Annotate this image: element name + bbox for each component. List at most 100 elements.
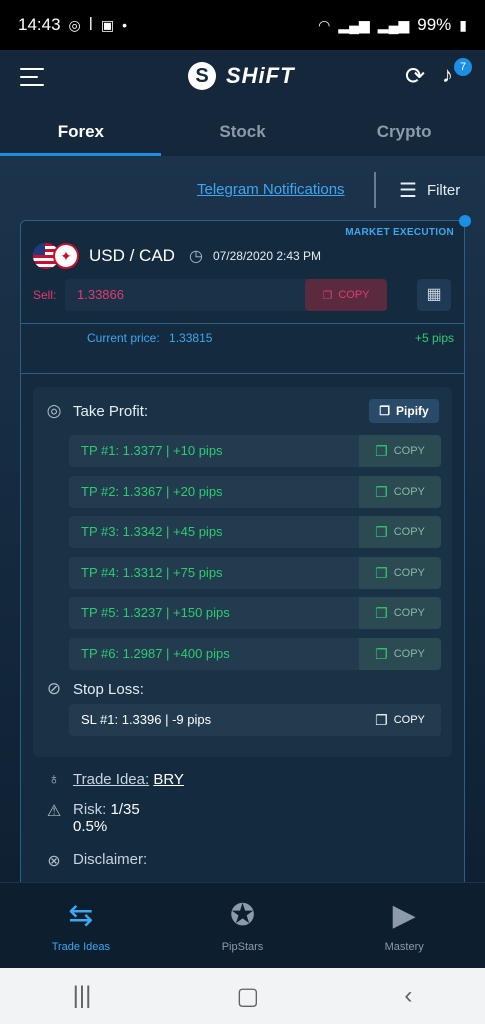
market-tabs: Forex Stock Crypto [0, 114, 485, 156]
risk-label: Risk: [73, 801, 107, 818]
execution-type: MARKET EXECUTION [345, 227, 454, 238]
nav-pipstars-label: PipStars [221, 941, 264, 953]
trade-idea-row: ♁ Trade Idea: BRY [45, 771, 184, 789]
copy-label: COPY [393, 567, 425, 579]
battery-icon: ▮ [459, 16, 467, 33]
copy-label: COPY [393, 714, 425, 726]
bell-icon[interactable]: ♪ [442, 62, 453, 88]
sliders-icon: ☰ [399, 180, 417, 202]
recent-apps-icon[interactable]: ||| [73, 982, 92, 1010]
clock-icon: ◷ [188, 248, 203, 265]
canada-flag-icon: ✦ [53, 243, 79, 269]
disclaimer-label: Disclaimer: [73, 851, 148, 868]
notification-badge: 7 [454, 58, 472, 76]
copy-icon: ❐ [322, 289, 333, 302]
prohibited-icon: ⊘ [46, 679, 62, 698]
take-profit-row: TP #2: 1.3367 | +20 pips ❐ COPY [69, 476, 441, 508]
nav-mastery-label: Mastery [384, 941, 424, 953]
copy-sell-button[interactable]: ❐ COPY [305, 279, 387, 311]
status-time: 14:43 [18, 15, 61, 34]
filter-button[interactable]: ☰ Filter [399, 178, 460, 203]
signals-content: Telegram Notifications ☰ Filter MARKET E… [0, 156, 485, 882]
take-profit-row: TP #6: 1.2987 | +400 pips ❐ COPY [69, 638, 441, 670]
nav-pipstars[interactable]: ✪ PipStars [162, 883, 324, 968]
take-profit-label: Take Profit: [73, 402, 149, 420]
disclaimer-row: ⊗ Disclaimer: [45, 851, 147, 871]
copy-label: COPY [338, 289, 370, 301]
copy-label: COPY [393, 526, 425, 538]
nav-trade-ideas[interactable]: ⇆ Trade Ideas [0, 883, 162, 968]
copy-tp-6-button[interactable]: ❐ COPY [359, 638, 441, 670]
target-icon: ◎ [46, 401, 62, 420]
telegram-notifications-link[interactable]: Telegram Notifications [197, 181, 345, 198]
copy-tp-3-button[interactable]: ❐ COPY [359, 516, 441, 548]
separator [21, 323, 464, 324]
refresh-icon[interactable]: ⟳ [405, 62, 425, 91]
trade-ideas-icon: ⇆ [68, 899, 94, 932]
current-price-row: Current price: 1.33815 [87, 331, 212, 345]
lightbulb-icon: ♁ [48, 771, 60, 788]
pipify-label: Pipify [396, 404, 429, 418]
shopping-bag-icon: ▣ [100, 16, 115, 33]
star-badge-icon: ✪ [229, 899, 256, 932]
nav-mastery[interactable]: ▶ Mastery [323, 883, 485, 968]
nav-trade-ideas-label: Trade Ideas [51, 941, 110, 953]
copy-sl-1-button[interactable]: ❐ COPY [359, 704, 441, 736]
wifi-icon: ◠ [318, 16, 331, 33]
filter-label: Filter [426, 182, 461, 199]
current-pips: +5 pips [414, 331, 454, 345]
signal-icon-2: ▂▄▆ [377, 16, 410, 33]
signal-card: MARKET EXECUTION ✦ USD / CAD ◷ 07/28/202… [20, 215, 471, 882]
signal-datetime: 07/28/2020 2:43 PM [212, 249, 322, 263]
signal-icon: ▂▄▆ [338, 16, 370, 33]
video-player-icon: ▶ [392, 899, 416, 932]
stop-loss-row: SL #1: 1.3396 | -9 pips ❐ COPY [69, 704, 441, 736]
stop-loss-1: SL #1: 1.3396 | -9 pips [81, 712, 212, 727]
tab-forex[interactable]: Forex [0, 114, 162, 156]
copy-tp-1-button[interactable]: ❐ COPY [359, 435, 441, 467]
current-price-value: 1.33815 [169, 331, 213, 345]
bottom-navigation: ⇆ Trade Ideas ✪ PipStars ▶ Mastery [0, 882, 485, 968]
system-navigation-bar: ||| ▢ ‹ [0, 968, 485, 1024]
calculator-button[interactable]: ▦ [417, 279, 451, 311]
tab-crypto[interactable]: Crypto [323, 114, 485, 156]
brand-name: SHiFT [226, 63, 295, 88]
copy-icon: ❐ [375, 483, 388, 500]
menu-icon[interactable] [20, 68, 44, 88]
take-profit-header: ◎ Take Profit: [45, 401, 148, 421]
current-price-label: Current price: [87, 331, 160, 345]
warning-icon: ⚠ [46, 803, 62, 820]
toolbar-divider [374, 172, 376, 208]
home-icon[interactable]: ▢ [237, 982, 260, 1011]
dot-icon: • [122, 17, 128, 33]
copy-tp-4-button[interactable]: ❐ COPY [359, 557, 441, 589]
pipify-button[interactable]: ❐ Pipify [369, 399, 439, 423]
take-profit-2: TP #2: 1.3367 | +20 pips [81, 484, 223, 499]
trade-idea-value[interactable]: BRY [153, 771, 184, 788]
calculator-icon: ▦ [426, 286, 442, 303]
back-icon[interactable]: ‹ [404, 982, 412, 1010]
app-header: S SHiFT ⟳ ♪ 7 Forex Stock Crypto [0, 50, 485, 156]
targets-panel: ◎ Take Profit: ❐ Pipify TP #1: 1.3377 | … [33, 387, 452, 757]
take-profit-row: TP #1: 1.3377 | +10 pips ❐ COPY [69, 435, 441, 467]
risk-row: ⚠ Risk: 1/35 0.5% [45, 801, 140, 835]
new-signal-dot [459, 215, 471, 227]
stop-loss-label: Stop Loss: [73, 680, 144, 698]
copy-tp-5-button[interactable]: ❐ COPY [359, 597, 441, 629]
copy-tp-2-button[interactable]: ❐ COPY [359, 476, 441, 508]
take-profit-5: TP #5: 1.3237 | +150 pips [81, 605, 230, 620]
copy-icon: ❐ [375, 564, 388, 581]
currency-flags: ✦ [33, 243, 79, 269]
copy-label: COPY [393, 607, 425, 619]
copy-icon: ❐ [375, 604, 388, 621]
sell-label: Sell: [33, 288, 57, 302]
brand-logo: S SHiFT [188, 62, 295, 90]
copy-icon: ❐ [375, 645, 388, 662]
take-profit-4: TP #4: 1.3312 | +75 pips [81, 565, 223, 580]
status-bar: 14:43 ◎ ꟾ ▣ • ◠ ▂▄▆ ▂▄▆ 99% ▮ [0, 0, 485, 50]
take-profit-6: TP #6: 1.2987 | +400 pips [81, 646, 230, 661]
copy-icon: ❐ [379, 404, 391, 418]
trade-idea-label: Trade Idea: [73, 771, 150, 788]
copy-label: COPY [393, 445, 425, 457]
tab-stock[interactable]: Stock [162, 114, 324, 156]
